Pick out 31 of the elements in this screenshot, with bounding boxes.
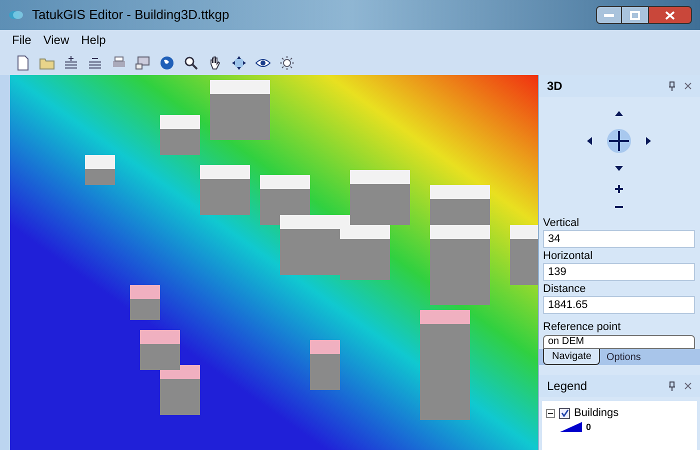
panel-tab[interactable]: Navigate — [543, 349, 600, 365]
menu-item[interactable]: Help — [81, 31, 106, 49]
tree-toggle-icon[interactable] — [546, 408, 555, 418]
input-field[interactable]: 139 — [543, 263, 695, 281]
field-label: Vertical — [543, 216, 580, 230]
reference-point-dropdown[interactable]: on DEM — [543, 335, 695, 349]
panel-title: Legend — [547, 378, 588, 395]
field-label: Horizontal — [543, 249, 594, 263]
app-icon — [8, 8, 24, 22]
window-title: TatukGIS Editor - Building3D.ttkgp — [32, 6, 230, 24]
field-label: Distance — [543, 282, 587, 296]
panel-title: 3D — [547, 78, 562, 95]
input-field[interactable]: 34 — [543, 230, 695, 248]
maximize-button[interactable] — [622, 6, 648, 24]
pin-icon[interactable] — [668, 381, 676, 391]
close-icon[interactable] — [684, 382, 692, 390]
field-label: Reference point — [543, 320, 622, 334]
legend-value: 0 — [586, 422, 592, 432]
close-button[interactable] — [648, 6, 692, 24]
layer-checkbox[interactable] — [559, 408, 570, 419]
maximize-icon — [630, 10, 640, 20]
close-icon[interactable] — [684, 82, 692, 90]
input-field[interactable]: 1841.65 — [543, 296, 695, 314]
menu-item[interactable]: View — [43, 31, 70, 49]
layer-name: Buildings — [574, 406, 619, 421]
minimize-icon — [604, 14, 614, 16]
pin-icon[interactable] — [668, 81, 676, 91]
panel-tab[interactable]: Options — [602, 350, 645, 365]
menu-item[interactable]: File — [12, 31, 32, 49]
close-icon — [665, 10, 675, 20]
minimize-button[interactable] — [596, 6, 622, 24]
